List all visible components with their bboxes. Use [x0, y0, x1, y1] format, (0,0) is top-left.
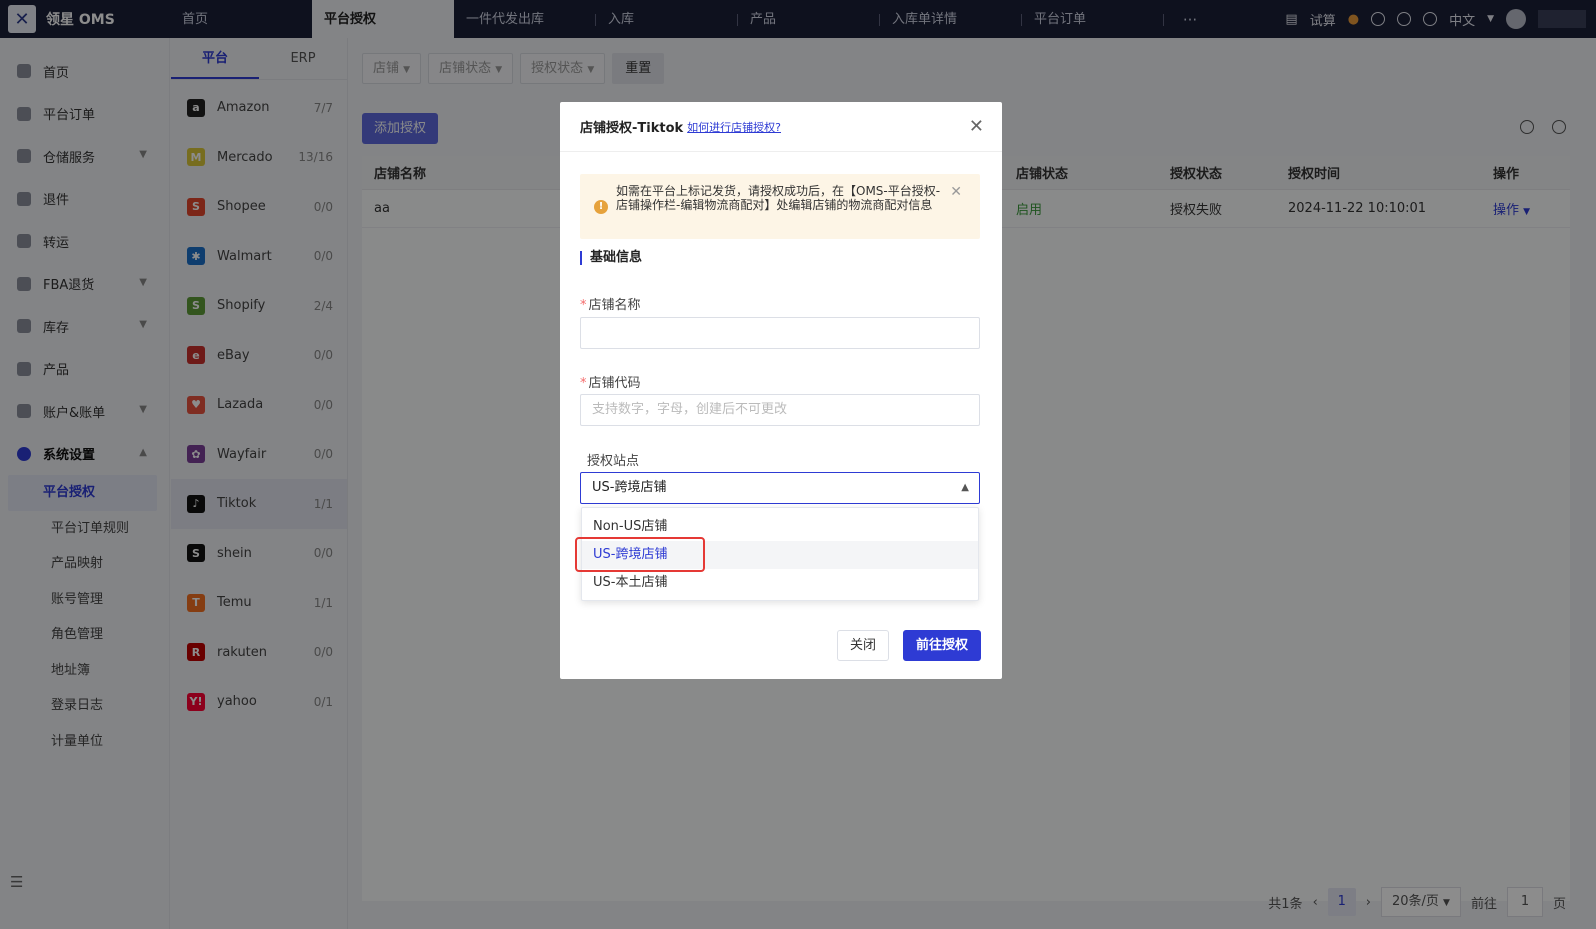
- alert-close-icon[interactable]: ✕: [950, 184, 962, 200]
- shop-code-label: * 店铺代码: [580, 372, 641, 391]
- modal-header: 店铺授权-Tiktok 如何进行店铺授权? ✕: [560, 102, 1002, 152]
- site-label: 授权站点: [587, 454, 640, 469]
- close-button[interactable]: 关闭: [836, 630, 889, 661]
- label-text: 店铺名称: [588, 298, 641, 313]
- site-select-value: US-跨境店铺: [592, 480, 667, 495]
- highlight-box: [575, 537, 705, 572]
- site-select[interactable]: US-跨境店铺 ▲: [580, 472, 980, 504]
- shop-name-label: * 店铺名称: [580, 294, 641, 313]
- close-icon[interactable]: ✕: [969, 116, 984, 137]
- warning-icon: !: [594, 200, 608, 214]
- go-authorize-button[interactable]: 前往授权: [902, 630, 981, 661]
- chevron-up-icon: ▲: [961, 482, 969, 493]
- required-mark: *: [580, 376, 587, 391]
- help-link[interactable]: 如何进行店铺授权?: [687, 119, 781, 135]
- required-mark: *: [580, 298, 587, 313]
- shop-code-input[interactable]: 支持数字，字母，创建后不可更改: [580, 394, 980, 426]
- section-title: 基础信息: [580, 251, 642, 265]
- info-alert: ! 如需在平台上标记发货，请授权成功后，在【OMS-平台授权-店铺操作栏-编辑物…: [580, 174, 980, 239]
- alert-text: 如需在平台上标记发货，请授权成功后，在【OMS-平台授权-店铺操作栏-编辑物流商…: [616, 184, 941, 212]
- modal-footer: 关闭 前往授权: [836, 630, 981, 661]
- modal-title: 店铺授权-Tiktok: [580, 121, 684, 136]
- label-text: 店铺代码: [588, 376, 641, 391]
- shop-name-input[interactable]: [580, 317, 980, 349]
- site-option-us-local[interactable]: US-本土店铺: [582, 569, 978, 597]
